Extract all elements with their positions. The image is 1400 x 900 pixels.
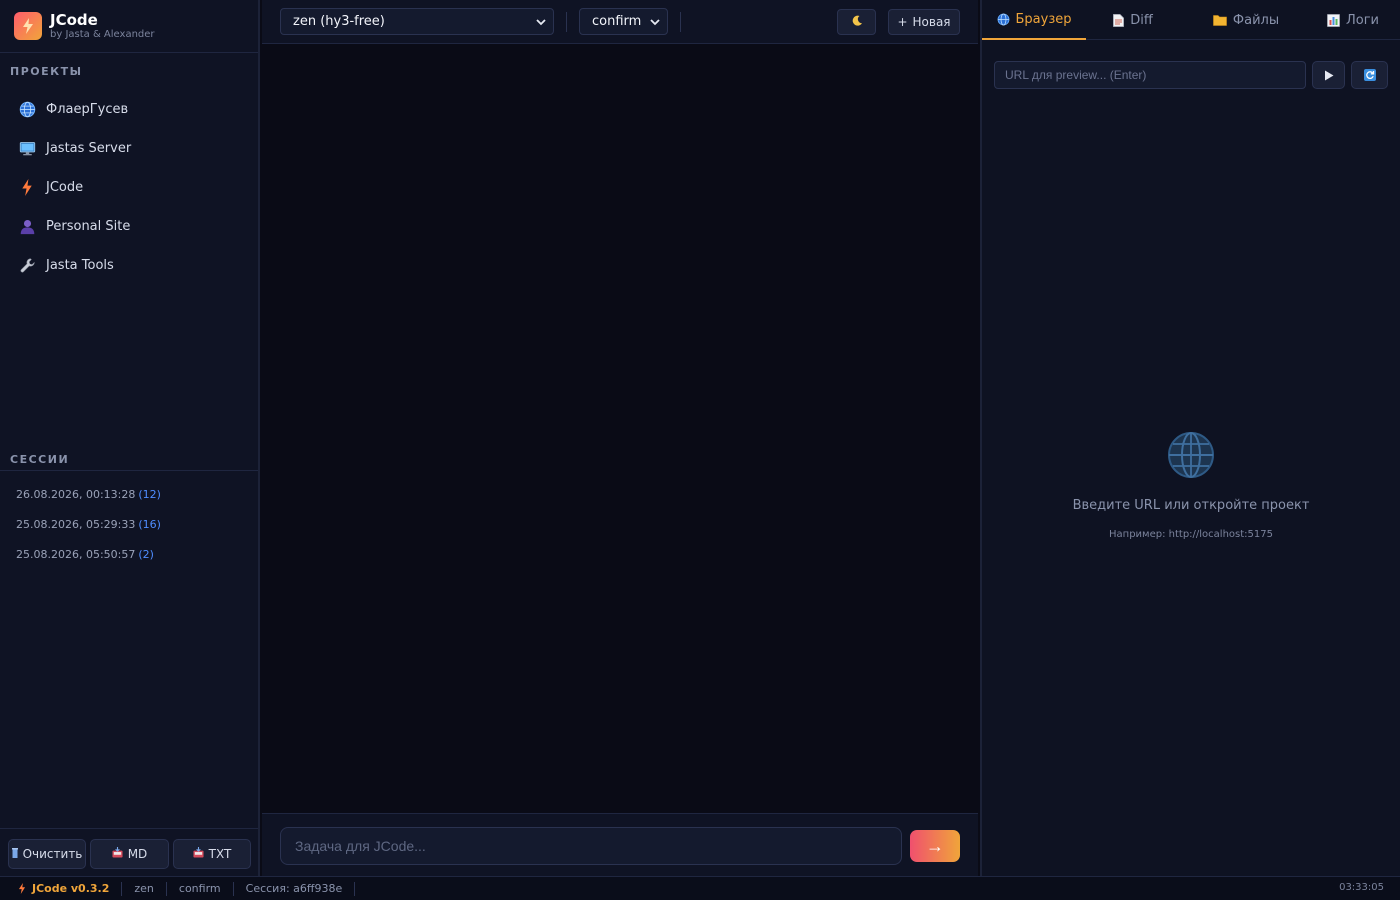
- globe-icon: [18, 101, 36, 119]
- status-model-label: zen: [134, 882, 154, 895]
- moon-icon: [851, 15, 863, 30]
- url-input[interactable]: [994, 61, 1306, 89]
- globe-icon: [997, 13, 1010, 26]
- session-count: (16): [138, 517, 161, 531]
- tab-label: Логи: [1345, 12, 1379, 28]
- preview-tabs: Браузер Diff Файлы Логи: [982, 0, 1400, 40]
- tab-diff[interactable]: Diff: [1102, 0, 1164, 40]
- tab-label: Diff: [1130, 12, 1153, 28]
- sessions-divider: [0, 470, 258, 471]
- projects-section-title: ПРОЕКТЫ: [10, 65, 83, 78]
- theme-toggle-button[interactable]: [837, 9, 876, 35]
- status-session-label: Сессия: a6ff938e: [245, 882, 343, 895]
- folder-icon: [1213, 14, 1227, 26]
- mode-select[interactable]: confirm: [579, 8, 668, 35]
- session-item[interactable]: 25.08.2026, 05:50:57 (2): [0, 539, 258, 569]
- wrench-icon: [18, 257, 36, 275]
- session-item[interactable]: 26.08.2026, 00:13:28 (12): [0, 479, 258, 509]
- chat-area: zen (hy3-free) confirm + Новая Задача дл…: [262, 0, 978, 876]
- status-clock: 03:33:05: [1339, 882, 1384, 893]
- brand-header: JCode by Jasta & Alexander: [0, 0, 258, 53]
- globe-icon: [1167, 431, 1215, 479]
- chevron-down-icon: [649, 16, 661, 28]
- plus-icon: +: [897, 15, 908, 29]
- sidebar-actions: Очистить MD TXT: [0, 828, 258, 876]
- session-list: 26.08.2026, 00:13:28 (12) 25.08.2026, 05…: [0, 479, 258, 569]
- preview-panel: Браузер Diff Файлы Логи URL для preview.…: [980, 0, 1400, 876]
- open-url-button[interactable]: [1312, 61, 1345, 89]
- export-txt-label: TXT: [208, 847, 232, 861]
- status-mode: confirm: [167, 881, 234, 896]
- play-icon: [1324, 66, 1334, 85]
- project-label: Jasta Tools: [46, 258, 114, 273]
- mode-select-value: confirm: [592, 14, 642, 29]
- user-icon: [18, 218, 36, 236]
- project-item-flyer-gusev[interactable]: ФлаерГусев: [0, 90, 258, 129]
- tab-label: Файлы: [1232, 12, 1280, 28]
- task-input[interactable]: [280, 827, 902, 865]
- model-select-value: zen (hy3-free): [293, 14, 385, 29]
- session-date: 26.08.2026, 00:13:28: [16, 487, 136, 501]
- export-md-button[interactable]: MD: [90, 839, 169, 869]
- tab-logs[interactable]: Логи: [1316, 0, 1390, 40]
- project-label: ФлаерГусев: [46, 102, 129, 117]
- download-icon: [112, 847, 123, 861]
- empty-state-hint: Например: http://localhost:5175: [1109, 529, 1273, 540]
- toolbar-divider: [566, 12, 567, 32]
- trash-icon: [11, 847, 18, 861]
- bolt-icon: [14, 12, 42, 40]
- clear-button-label: Очистить: [22, 847, 83, 861]
- status-version: JCode v0.3.2: [0, 881, 123, 896]
- empty-state-title: Введите URL или откройте проект: [1072, 498, 1310, 513]
- sessions-section-title: СЕССИИ: [10, 453, 70, 466]
- tab-files[interactable]: Файлы: [1208, 0, 1284, 40]
- send-button[interactable]: →: [910, 830, 960, 862]
- chevron-down-icon: [535, 16, 547, 28]
- bolt-icon: [18, 179, 36, 197]
- session-count: (12): [138, 487, 161, 501]
- project-item-jastas-server[interactable]: Jastas Server: [0, 129, 258, 168]
- document-icon: [1113, 13, 1125, 27]
- model-select[interactable]: zen (hy3-free): [280, 8, 554, 35]
- sidebar: JCode by Jasta & Alexander ПРОЕКТЫ Флаер…: [0, 0, 260, 876]
- session-count: (2): [138, 547, 154, 561]
- brand-name: JCode: [50, 11, 98, 29]
- project-list: ФлаерГусев Jastas Server JCode Personal …: [0, 90, 258, 285]
- project-label: Jastas Server: [46, 141, 132, 156]
- export-txt-button[interactable]: TXT: [173, 839, 251, 869]
- project-label: JCode: [46, 180, 84, 195]
- toolbar-divider: [680, 12, 681, 32]
- monitor-icon: [18, 140, 36, 158]
- top-toolbar: zen (hy3-free) confirm + Новая: [262, 0, 978, 44]
- status-bar: JCode v0.3.2 zen confirm Сессия: a6ff938…: [0, 876, 1400, 900]
- status-version-label: JCode v0.3.2: [32, 882, 110, 895]
- tab-label: Браузер: [1015, 11, 1072, 27]
- project-item-jcode[interactable]: JCode: [0, 168, 258, 207]
- session-date: 25.08.2026, 05:50:57: [16, 547, 136, 561]
- status-session: Сессия: a6ff938e: [234, 881, 356, 896]
- project-item-jasta-tools[interactable]: Jasta Tools: [0, 246, 258, 285]
- brand-subtitle: by Jasta & Alexander: [50, 29, 155, 40]
- session-date: 25.08.2026, 05:29:33: [16, 517, 136, 531]
- refresh-button[interactable]: [1351, 61, 1388, 89]
- status-mode-label: confirm: [178, 882, 221, 895]
- new-session-label: Новая: [912, 15, 951, 29]
- refresh-icon: [1363, 66, 1376, 85]
- arrow-right-icon: →: [926, 835, 944, 856]
- app-root: JCode by Jasta & Alexander ПРОЕКТЫ Флаер…: [0, 0, 1400, 900]
- export-md-label: MD: [127, 847, 148, 861]
- message-list: [262, 45, 978, 813]
- new-session-button[interactable]: + Новая: [888, 9, 960, 35]
- bolt-icon: [18, 883, 26, 894]
- project-item-personal-site[interactable]: Personal Site: [0, 207, 258, 246]
- chart-icon: [1327, 13, 1340, 27]
- clear-button[interactable]: Очистить: [8, 839, 86, 869]
- project-label: Personal Site: [46, 219, 131, 234]
- session-item[interactable]: 25.08.2026, 05:29:33 (16): [0, 509, 258, 539]
- download-icon: [193, 847, 204, 861]
- composer: →: [262, 813, 978, 876]
- tab-browser[interactable]: Браузер: [982, 0, 1086, 40]
- status-model: zen: [122, 881, 167, 896]
